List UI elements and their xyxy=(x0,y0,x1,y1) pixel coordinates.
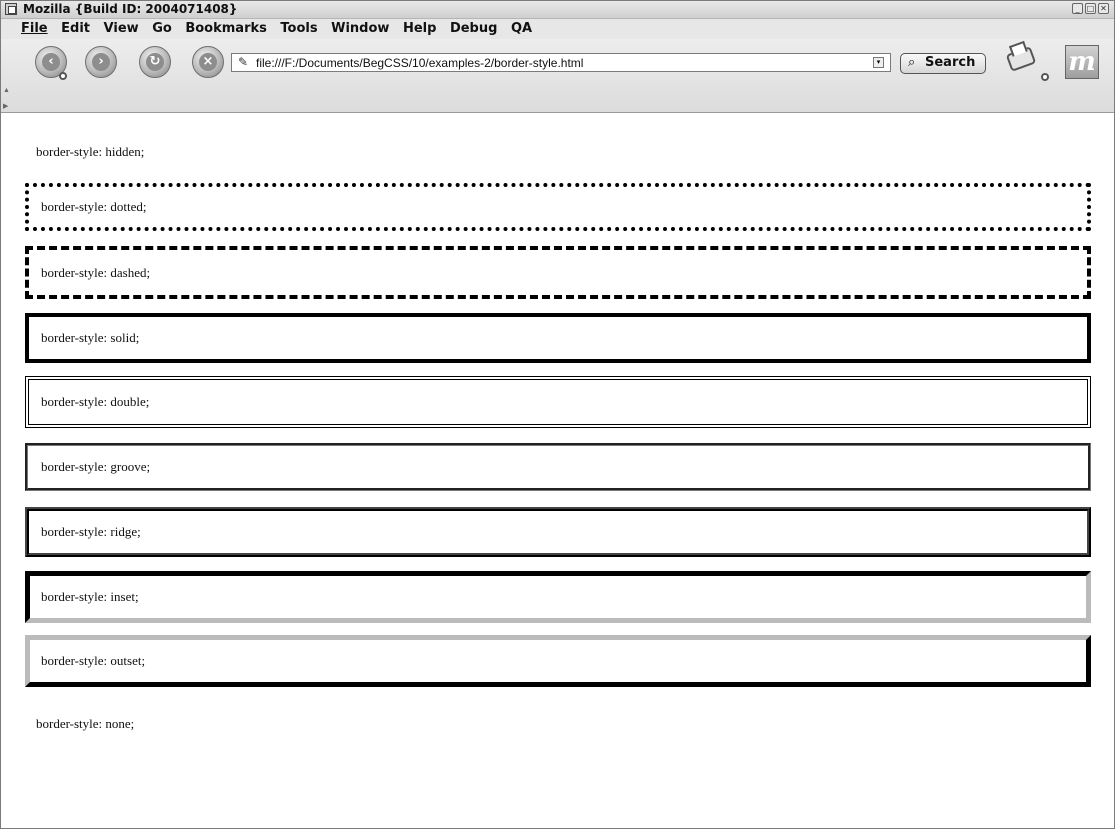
forward-button[interactable]: › xyxy=(85,46,117,78)
box-label: border-style: solid; xyxy=(41,330,140,345)
app-icon xyxy=(5,3,17,15)
box-dashed: border-style: dashed; xyxy=(25,246,1091,299)
box-inset: border-style: inset; xyxy=(25,571,1091,623)
url-dropdown-button[interactable]: ▾ xyxy=(873,57,884,68)
box-label: border-style: dotted; xyxy=(41,199,147,214)
menu-file[interactable]: File xyxy=(21,21,48,36)
close-button[interactable]: ✕ xyxy=(1098,3,1109,14)
reload-button[interactable]: ↻ xyxy=(139,46,171,78)
box-ridge: border-style: ridge; xyxy=(25,507,1091,557)
box-groove: border-style: groove; xyxy=(25,443,1091,491)
throbber-glyph: m xyxy=(1068,47,1096,77)
search-icon: ⌕ xyxy=(908,55,916,70)
stop-icon: × xyxy=(199,53,217,71)
box-label: border-style: groove; xyxy=(41,459,151,474)
box-outset: border-style: outset; xyxy=(25,635,1091,687)
box-none: border-style: none; xyxy=(25,699,1091,749)
menu-items: File Edit View Go Bookmarks Tools Window… xyxy=(21,21,541,36)
url-text: file:///F:/Documents/BegCSS/10/examples-… xyxy=(256,56,584,70)
page-proxy-icon: ✎ xyxy=(238,55,249,69)
page-content: border-style: hidden; border-style: dott… xyxy=(1,113,1114,828)
box-label: border-style: double; xyxy=(41,394,150,409)
print-dropdown[interactable] xyxy=(1041,73,1049,81)
box-label: border-style: dashed; xyxy=(41,264,151,280)
menu-view[interactable]: View xyxy=(104,21,139,36)
box-label: border-style: outset; xyxy=(41,653,146,668)
minimize-button[interactable]: _ xyxy=(1072,3,1083,14)
sidebar-toggle-icon[interactable]: ▶ xyxy=(3,102,8,110)
back-history-dropdown[interactable] xyxy=(59,72,67,80)
menu-bar: File Edit View Go Bookmarks Tools Window… xyxy=(1,19,1114,39)
window-title: Mozilla {Build ID: 2004071408} xyxy=(23,2,238,16)
throbber-logo[interactable]: m xyxy=(1065,45,1099,79)
box-label: border-style: inset; xyxy=(41,589,139,604)
menu-bookmarks[interactable]: Bookmarks xyxy=(185,21,267,36)
menu-help[interactable]: Help xyxy=(403,21,436,36)
box-label: border-style: ridge; xyxy=(41,524,141,539)
menu-edit[interactable]: Edit xyxy=(61,21,90,36)
menu-qa[interactable]: QA xyxy=(511,21,532,36)
box-double: border-style: double; xyxy=(25,376,1091,428)
url-bar[interactable]: ✎ file:///F:/Documents/BegCSS/10/example… xyxy=(231,53,891,72)
menu-debug[interactable]: Debug xyxy=(450,21,497,36)
reload-icon: ↻ xyxy=(146,53,164,71)
toolbar-grip-icon[interactable]: ▲ xyxy=(3,87,10,94)
search-label: Search xyxy=(925,55,976,70)
menu-tools[interactable]: Tools xyxy=(280,21,317,36)
back-arrow-icon: ‹ xyxy=(42,53,60,71)
box-label: border-style: hidden; xyxy=(36,144,145,159)
box-label: border-style: none; xyxy=(36,716,135,731)
box-dotted: border-style: dotted; xyxy=(25,183,1091,231)
menu-window[interactable]: Window xyxy=(331,21,389,36)
search-button[interactable]: ⌕ Search xyxy=(900,53,986,74)
navigation-toolbar: ‹ › ↻ × ✎ file:///F:/Documents/BegCSS/10… xyxy=(1,39,1114,113)
forward-arrow-icon: › xyxy=(92,53,110,71)
box-hidden: border-style: hidden; xyxy=(25,129,1091,175)
maximize-button[interactable]: □ xyxy=(1085,3,1096,14)
box-solid: border-style: solid; xyxy=(25,313,1091,363)
menu-go[interactable]: Go xyxy=(152,21,172,36)
printer-icon[interactable] xyxy=(1005,46,1037,72)
stop-button[interactable]: × xyxy=(192,46,224,78)
title-bar: Mozilla {Build ID: 2004071408} _ □ ✕ xyxy=(1,1,1114,19)
browser-window: Mozilla {Build ID: 2004071408} _ □ ✕ Fil… xyxy=(0,0,1115,829)
